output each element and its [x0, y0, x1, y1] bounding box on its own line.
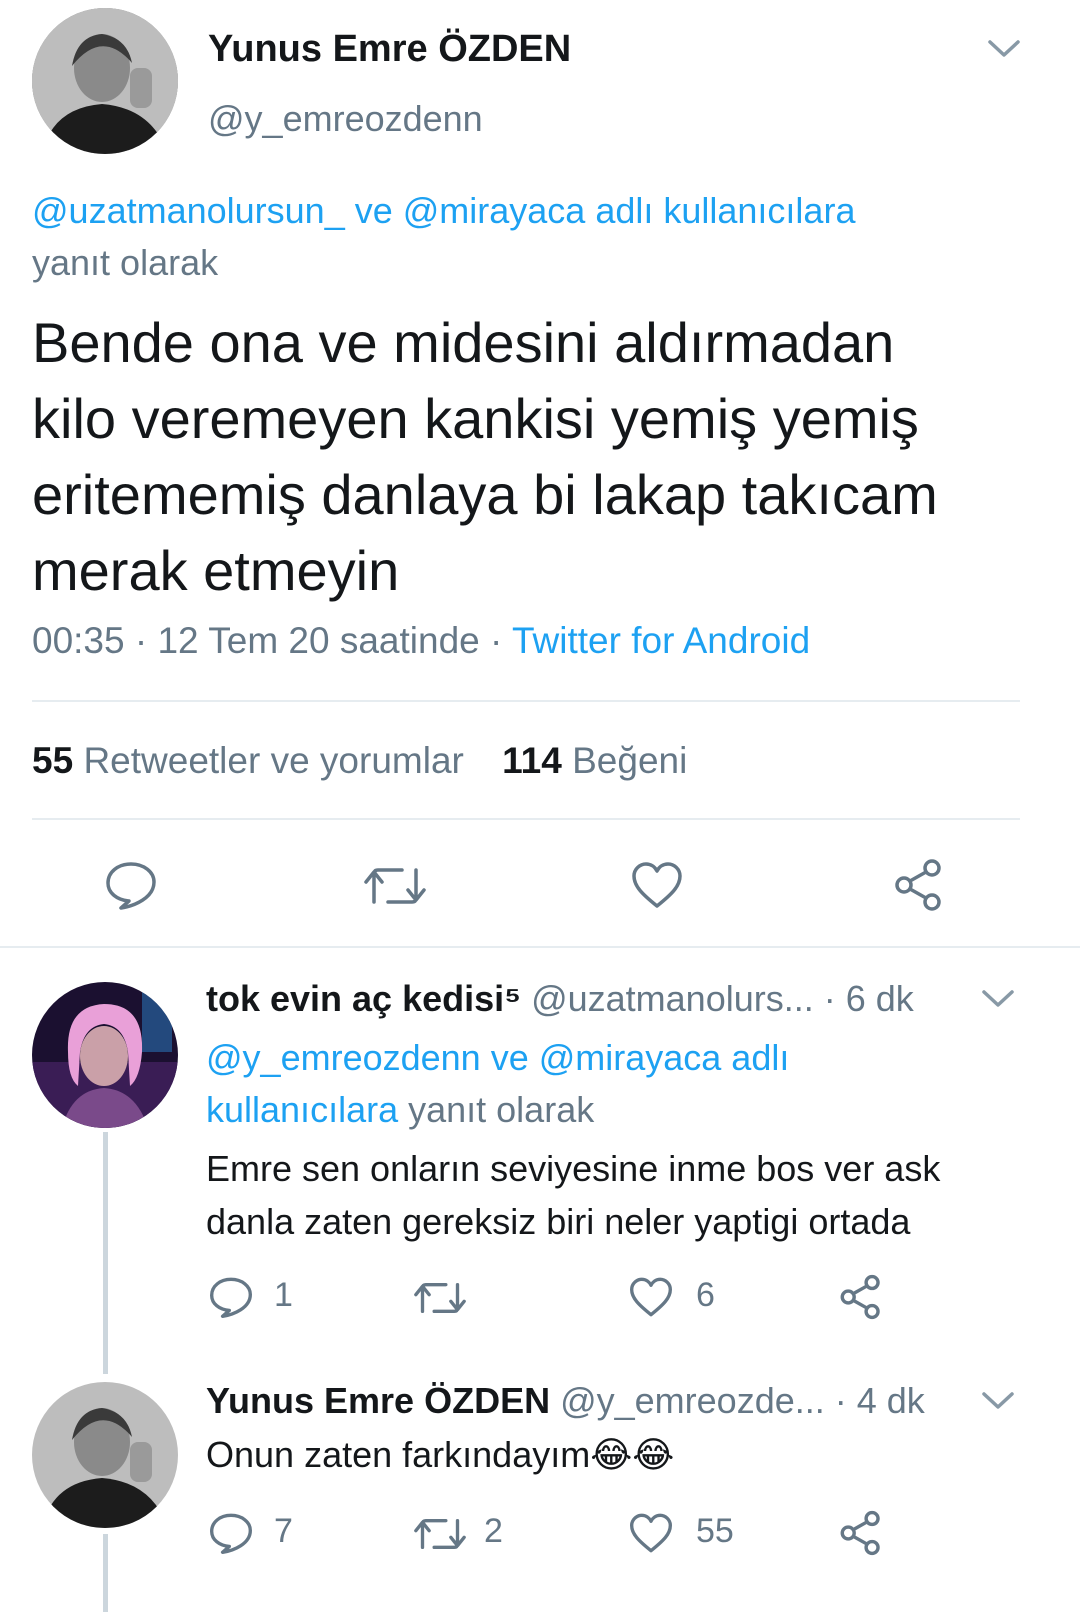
retweets-count: 55 — [32, 740, 74, 781]
reply-count: 7 — [274, 1512, 293, 1550]
reply-author-handle[interactable]: @uzatmanolurs... — [531, 978, 814, 1019]
reply-to-suffix: yanıt olarak — [408, 1089, 595, 1130]
likes-label: Beğeni — [572, 740, 688, 781]
reply-author-handle[interactable]: @y_emreozde... — [560, 1380, 825, 1421]
author-avatar[interactable] — [32, 8, 178, 154]
chevron-down-icon[interactable] — [980, 1388, 1016, 1412]
reply-to-suffix: yanıt olarak — [32, 242, 219, 283]
reply-text: Emre sen onların seviyesine inme bos ver… — [206, 1142, 940, 1248]
engagement-stats: 55 Retweetler ve yorumlar 114 Beğeni — [32, 740, 687, 782]
retweet-count: 2 — [484, 1512, 503, 1550]
share-icon[interactable] — [838, 1510, 884, 1556]
tweet-text: Bende ona ve midesini aldırmadan kilo ve… — [32, 305, 938, 609]
reply-to-users[interactable]: @y_emreozdenn ve @mirayaca adlı — [206, 1032, 789, 1084]
chevron-down-icon[interactable] — [986, 36, 1022, 60]
heart-icon[interactable] — [628, 1512, 674, 1554]
reply-to-context: @y_emreozdenn ve @mirayaca adlı kullanıc… — [206, 1032, 789, 1136]
reply-to-users[interactable]: kullanıcılara — [206, 1089, 398, 1130]
tweet-text-line: eritememiş danlaya bi lakap takıcam — [32, 463, 938, 526]
reply-time[interactable]: · 4 dk — [835, 1380, 925, 1421]
section-divider — [0, 946, 1080, 948]
reply-to-users[interactable]: @uzatmanolursun_ ve @mirayaca adlı kulla… — [32, 190, 855, 232]
retweet-icon[interactable] — [412, 1278, 468, 1318]
reply-time[interactable]: · 6 dk — [824, 978, 914, 1019]
tweet-source[interactable]: Twitter for Android — [512, 620, 810, 661]
reply-avatar[interactable] — [32, 982, 178, 1128]
comment-icon[interactable] — [208, 1512, 254, 1554]
comment-icon[interactable] — [208, 1276, 254, 1318]
author-handle[interactable]: @y_emreozdenn — [208, 98, 483, 140]
like-count: 6 — [696, 1276, 715, 1314]
reply-avatar[interactable] — [32, 1382, 178, 1528]
chevron-down-icon[interactable] — [980, 986, 1016, 1010]
divider — [32, 818, 1020, 820]
divider — [32, 700, 1020, 702]
reply-text: Onun zaten farkındayım😂😂 — [206, 1434, 675, 1475]
reply-count: 1 — [274, 1276, 293, 1314]
share-icon[interactable] — [892, 858, 946, 912]
retweets-stat[interactable]: 55 Retweetler ve yorumlar — [32, 740, 474, 781]
likes-stat[interactable]: 114 Beğeni — [502, 740, 687, 781]
thread-line — [103, 1132, 108, 1374]
retweets-label: Retweetler ve yorumlar — [83, 740, 464, 781]
share-icon[interactable] — [838, 1274, 884, 1320]
thread-line — [103, 1534, 108, 1612]
tweet-text-line: merak etmeyin — [32, 539, 400, 602]
reply-header: tok evin aç kedisi⁵ @uzatmanolurs... · 6… — [206, 978, 914, 1020]
retweet-icon[interactable] — [412, 1514, 468, 1554]
tweet-timestamp: 00:35 · 12 Tem 20 saatinde · — [32, 620, 503, 661]
tweet-text-line: Bende ona ve midesini aldırmadan — [32, 311, 895, 374]
likes-count: 114 — [502, 740, 562, 781]
reply-author-name[interactable]: tok evin aç kedisi⁵ — [206, 978, 521, 1019]
author-name[interactable]: Yunus Emre ÖZDEN — [208, 28, 571, 71]
retweet-icon[interactable] — [362, 862, 428, 910]
reply-header: Yunus Emre ÖZDEN @y_emreozde... · 4 dk — [206, 1380, 925, 1422]
tweet-text-line: kilo veremeyen kankisi yemiş yemiş — [32, 387, 919, 450]
reply-author-name[interactable]: Yunus Emre ÖZDEN — [206, 1380, 550, 1421]
heart-icon[interactable] — [628, 1276, 674, 1318]
comment-icon[interactable] — [104, 860, 158, 910]
reply-text-line: Emre sen onların seviyesine inme bos ver… — [206, 1148, 941, 1189]
like-count: 55 — [696, 1512, 734, 1550]
heart-icon[interactable] — [630, 860, 684, 910]
tweet-meta: 00:35 · 12 Tem 20 saatinde · Twitter for… — [32, 620, 810, 662]
reply-text-line: danla zaten gereksiz biri neler yaptigi … — [206, 1201, 911, 1242]
